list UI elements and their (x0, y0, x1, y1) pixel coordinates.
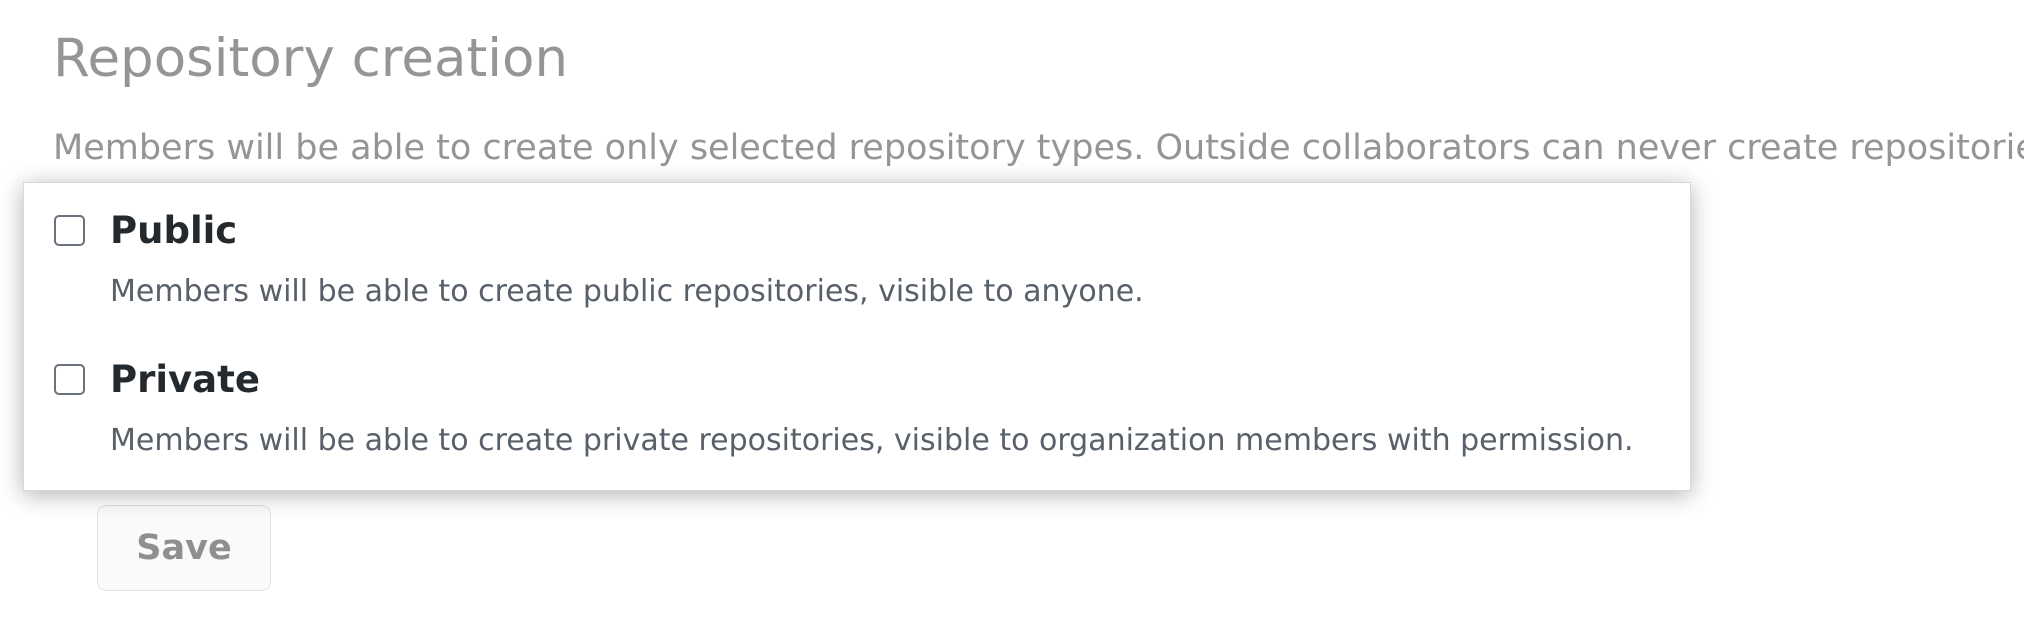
repository-type-popover: Public Members will be able to create pu… (23, 182, 1691, 491)
private-label[interactable]: Private (110, 354, 260, 406)
section-title: Repository creation (53, 28, 569, 89)
private-checkbox[interactable] (54, 364, 85, 395)
repository-creation-page: Repository creation Members will be able… (0, 0, 2024, 618)
public-description: Members will be able to create public re… (110, 274, 1144, 309)
private-description: Members will be able to create private r… (110, 423, 1634, 458)
save-button[interactable]: Save (97, 505, 271, 591)
public-label[interactable]: Public (110, 205, 237, 257)
public-checkbox[interactable] (54, 215, 85, 246)
section-description: Members will be able to create only sele… (53, 128, 2024, 168)
